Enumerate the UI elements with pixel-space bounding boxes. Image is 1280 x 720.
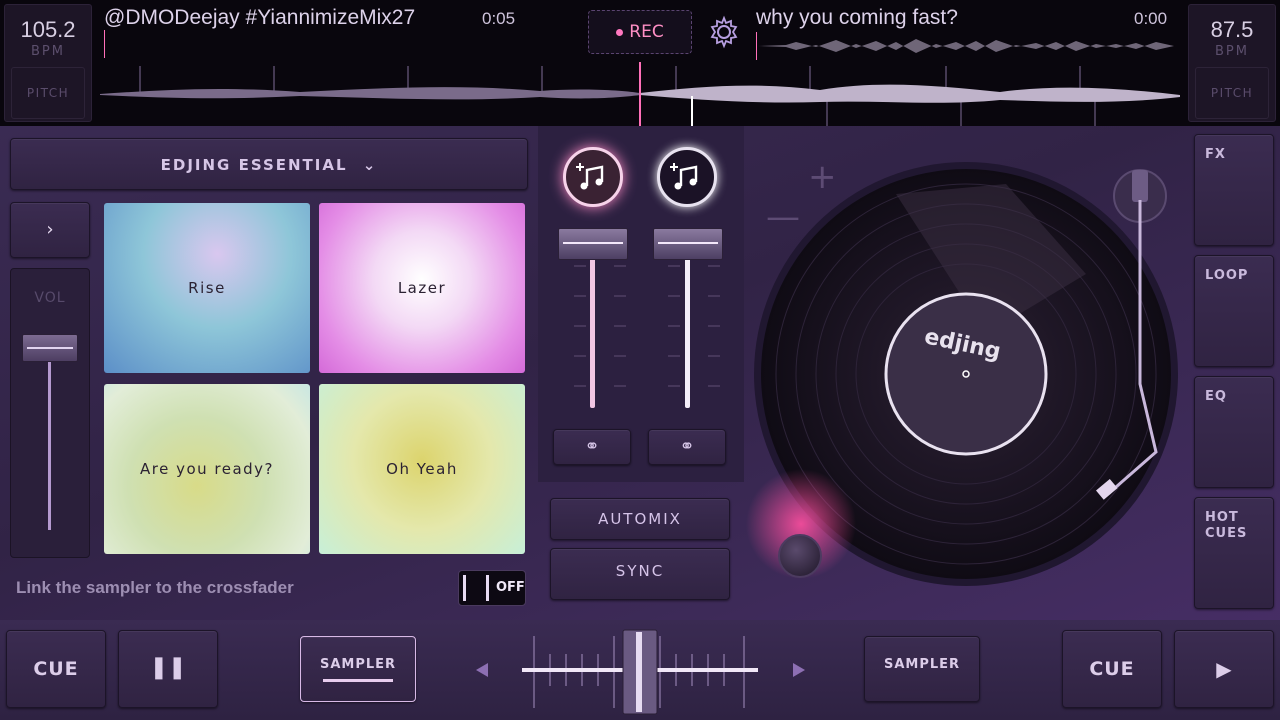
turntable-knob[interactable]: [778, 534, 822, 578]
sample-pad-lazer[interactable]: Lazer: [319, 203, 525, 373]
load-track-right-button[interactable]: [657, 147, 717, 207]
loop-button[interactable]: LOOP: [1194, 255, 1274, 367]
headphone-cue-right-button[interactable]: ⚭: [648, 429, 726, 465]
sample-pad-are-you-ready[interactable]: Are you ready?: [104, 384, 310, 554]
headphones-icon: ⚭: [584, 436, 600, 457]
sample-pack-selector[interactable]: EDJING ESSENTIAL ⌄: [10, 138, 528, 190]
pitch-button-left[interactable]: PITCH: [11, 67, 85, 119]
track-title-right: why you coming fast?: [756, 6, 958, 29]
eq-button[interactable]: EQ: [1194, 376, 1274, 488]
bpm-unit-right: BPM: [1215, 44, 1249, 59]
volume-knob[interactable]: [22, 334, 78, 362]
bpm-value-right: 87.5: [1210, 17, 1254, 42]
pad-label-lazer: Lazer: [397, 279, 447, 297]
record-dot-icon: [616, 28, 624, 36]
bpm-display-right: 87.5 BPM PITCH: [1188, 4, 1276, 122]
bpm-unit-left: BPM: [31, 44, 65, 59]
headphone-cue-left-button[interactable]: ⚭: [553, 429, 631, 465]
bpm-display-left: 105.2 BPM PITCH: [4, 4, 92, 122]
toggle-state-label: OFF: [496, 580, 525, 595]
sample-pack-name: EDJING ESSENTIAL: [160, 156, 348, 174]
pitch-plus-icon: +: [808, 157, 837, 197]
crossfader-left-arrow-icon: [476, 663, 488, 677]
play-button-right[interactable]: ▶: [1174, 630, 1274, 708]
hot-cues-label: HOT CUES: [1205, 510, 1248, 541]
chevron-right-icon: ›: [46, 219, 54, 240]
chevron-down-icon: ⌄: [362, 156, 378, 174]
track-title-left: @DMODeejay #YiannimizeMix27: [104, 6, 416, 29]
volume-label: VOL: [34, 290, 66, 306]
crossfader[interactable]: [470, 628, 815, 716]
waveform-overview-left[interactable]: [104, 30, 524, 58]
fx-button[interactable]: FX: [1194, 134, 1274, 246]
track-time-left: 0:05: [482, 9, 516, 28]
waveform-overview-right[interactable]: [756, 32, 1176, 60]
pause-button-left[interactable]: ❚❚: [118, 630, 218, 708]
rec-button[interactable]: REC: [588, 10, 692, 54]
sync-label: SYNC: [615, 562, 665, 580]
crossfader-right-arrow-icon: [793, 663, 805, 677]
hot-cues-button[interactable]: HOT CUES: [1194, 497, 1274, 609]
pause-icon: ❚❚: [149, 655, 187, 680]
sampler-button-right[interactable]: SAMPLER: [864, 636, 980, 702]
sampler-button-left[interactable]: SAMPLER: [300, 636, 416, 702]
load-track-left-button[interactable]: [563, 147, 623, 207]
sample-pad-rise[interactable]: Rise: [104, 203, 310, 373]
track-time-right: 0:00: [1134, 9, 1168, 28]
headphones-icon: ⚭: [679, 436, 695, 457]
gear-icon[interactable]: [707, 15, 741, 49]
sampler-right-label: SAMPLER: [883, 657, 961, 672]
pad-label-rise: Rise: [188, 279, 226, 297]
pitch-button-right[interactable]: PITCH: [1195, 67, 1269, 119]
expand-sampler-button[interactable]: ›: [10, 202, 90, 258]
pad-label-are-you-ready: Are you ready?: [139, 460, 275, 478]
sync-button[interactable]: SYNC: [550, 548, 730, 600]
automix-button[interactable]: AUTOMIX: [550, 498, 730, 540]
music-note-icon: [670, 163, 698, 190]
sampler-left-label: SAMPLER: [319, 657, 397, 672]
crossfader-link-text: Link the sampler to the crossfader: [16, 578, 294, 597]
channel-fader-left-knob[interactable]: [558, 228, 628, 260]
cue-button-left[interactable]: CUE: [6, 630, 106, 708]
rec-label: REC: [629, 22, 664, 42]
play-icon: ▶: [1216, 657, 1232, 681]
volume-track-line: [48, 340, 51, 530]
bpm-value-left: 105.2: [20, 17, 76, 42]
main-waveform[interactable]: [100, 62, 1180, 126]
turntable: + — edjing: [746, 157, 1178, 586]
sample-pad-oh-yeah[interactable]: Oh Yeah: [319, 384, 525, 554]
cue-button-right[interactable]: CUE: [1062, 630, 1162, 708]
music-note-icon: [576, 163, 604, 190]
pad-label-oh-yeah: Oh Yeah: [386, 460, 458, 478]
pitch-minus-icon: —: [766, 197, 800, 237]
channel-fader-right-knob[interactable]: [653, 228, 723, 260]
